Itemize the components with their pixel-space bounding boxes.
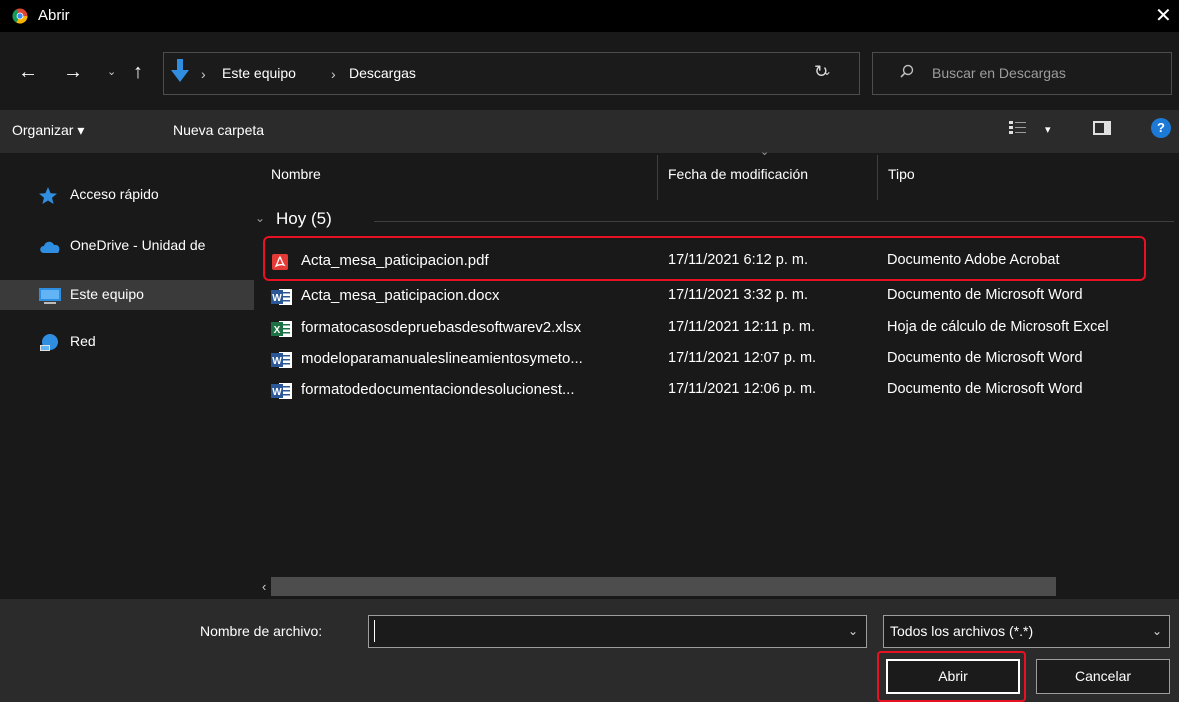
computer-icon — [38, 286, 62, 306]
file-name: modeloparamanualeslineamientosymeto... — [301, 350, 583, 367]
file-type: Documento de Microsoft Word — [887, 350, 1083, 366]
file-row[interactable]: W formatodedocumentaciondesolucionest...… — [262, 375, 1179, 405]
word-icon: W — [271, 288, 293, 306]
chrome-icon — [12, 8, 28, 24]
svg-text:W: W — [272, 293, 282, 304]
sidebar-item-label: Acceso rápido — [70, 186, 159, 202]
recent-locations-button[interactable]: ⌄ — [107, 65, 116, 78]
file-date: 17/11/2021 3:32 p. m. — [668, 287, 809, 303]
sidebar-item-red[interactable]: Red — [0, 327, 254, 357]
file-name: Acta_mesa_paticipacion.docx — [301, 287, 500, 304]
column-divider[interactable] — [657, 155, 658, 200]
sort-indicator-icon: ⌄ — [760, 146, 770, 158]
file-date: 17/11/2021 12:06 p. m. — [668, 381, 817, 397]
preview-pane-icon[interactable] — [1092, 120, 1112, 136]
highlight-box — [877, 651, 1026, 702]
filename-input[interactable] — [368, 615, 867, 648]
column-header-name[interactable]: Nombre — [271, 166, 321, 182]
breadcrumb-este-equipo[interactable]: Este equipo — [222, 65, 296, 81]
file-row[interactable]: W modeloparamanualeslineamientosymeto...… — [262, 344, 1179, 374]
sidebar-item-label: Este equipo — [70, 286, 144, 302]
sidebar-item-onedrive[interactable]: OneDrive - Unidad de — [0, 231, 254, 261]
group-header[interactable]: Hoy (5) — [276, 209, 332, 229]
sidebar-item-acceso-rapido[interactable]: Acceso rápido — [0, 180, 254, 210]
help-button[interactable]: ? — [1151, 118, 1171, 138]
cancel-button[interactable]: Cancelar — [1036, 659, 1170, 694]
new-folder-button[interactable]: Nueva carpeta — [173, 122, 264, 138]
column-divider[interactable] — [877, 155, 878, 200]
svg-text:W: W — [272, 356, 282, 367]
word-icon: W — [271, 382, 293, 400]
scrollbar-thumb[interactable] — [271, 577, 1056, 596]
svg-text:W: W — [272, 387, 282, 398]
word-icon: W — [271, 351, 293, 369]
search-icon — [900, 64, 914, 78]
filename-dropdown-icon[interactable]: ⌄ — [848, 624, 858, 638]
star-icon — [38, 186, 58, 206]
file-type-value: Todos los archivos (*.*) — [890, 623, 1034, 639]
breadcrumb-separator: › — [201, 66, 206, 82]
highlight-box — [263, 236, 1146, 281]
file-type: Hoja de cálculo de Microsoft Excel — [887, 319, 1109, 335]
file-row[interactable]: X formatocasosdepruebasdesoftwarev2.xlsx… — [262, 313, 1179, 343]
text-caret — [374, 620, 375, 642]
back-button[interactable]: ← — [18, 61, 38, 84]
filename-label: Nombre de archivo: — [200, 623, 323, 639]
file-type: Documento de Microsoft Word — [887, 381, 1083, 397]
cloud-icon — [38, 237, 62, 255]
view-dropdown-icon[interactable]: ▾ — [1045, 123, 1051, 136]
refresh-icon[interactable]: ↻ — [814, 62, 828, 82]
file-name: formatodedocumentaciondesolucionest... — [301, 381, 575, 398]
view-options-icon[interactable] — [1008, 119, 1028, 137]
file-row[interactable]: W Acta_mesa_paticipacion.docx 17/11/2021… — [262, 281, 1179, 311]
excel-icon: X — [271, 320, 293, 338]
group-collapse-icon[interactable]: ⌄ — [255, 211, 265, 225]
breadcrumb-descargas[interactable]: Descargas — [349, 65, 416, 81]
file-name: formatocasosdepruebasdesoftwarev2.xlsx — [301, 319, 582, 336]
navigation-pane — [0, 153, 254, 600]
search-placeholder: Buscar en Descargas — [932, 65, 1066, 81]
forward-button[interactable]: → — [63, 61, 83, 84]
breadcrumb-separator: › — [331, 66, 336, 82]
svg-text:X: X — [274, 325, 281, 336]
column-header-type[interactable]: Tipo — [888, 166, 915, 182]
file-type: Documento de Microsoft Word — [887, 287, 1083, 303]
organize-button[interactable]: Organizar ▾ — [12, 122, 84, 139]
scroll-left-icon[interactable]: ‹ — [262, 579, 266, 594]
network-icon — [38, 333, 62, 353]
file-date: 17/11/2021 12:11 p. m. — [668, 319, 815, 335]
downloads-icon — [170, 58, 190, 86]
title-bar — [0, 0, 1179, 32]
column-header-date[interactable]: Fecha de modificación — [668, 166, 808, 182]
up-folder-button[interactable]: ↑ — [133, 61, 143, 84]
sidebar-item-este-equipo[interactable]: Este equipo — [0, 280, 254, 310]
close-button[interactable]: ✕ — [1155, 2, 1179, 30]
window-title: Abrir — [38, 7, 70, 24]
group-divider — [374, 221, 1174, 222]
sidebar-item-label: Red — [70, 333, 96, 349]
file-type-chevron-icon[interactable]: ⌄ — [1152, 624, 1162, 638]
file-date: 17/11/2021 12:07 p. m. — [668, 350, 817, 366]
sidebar-item-label: OneDrive - Unidad de — [70, 237, 206, 253]
